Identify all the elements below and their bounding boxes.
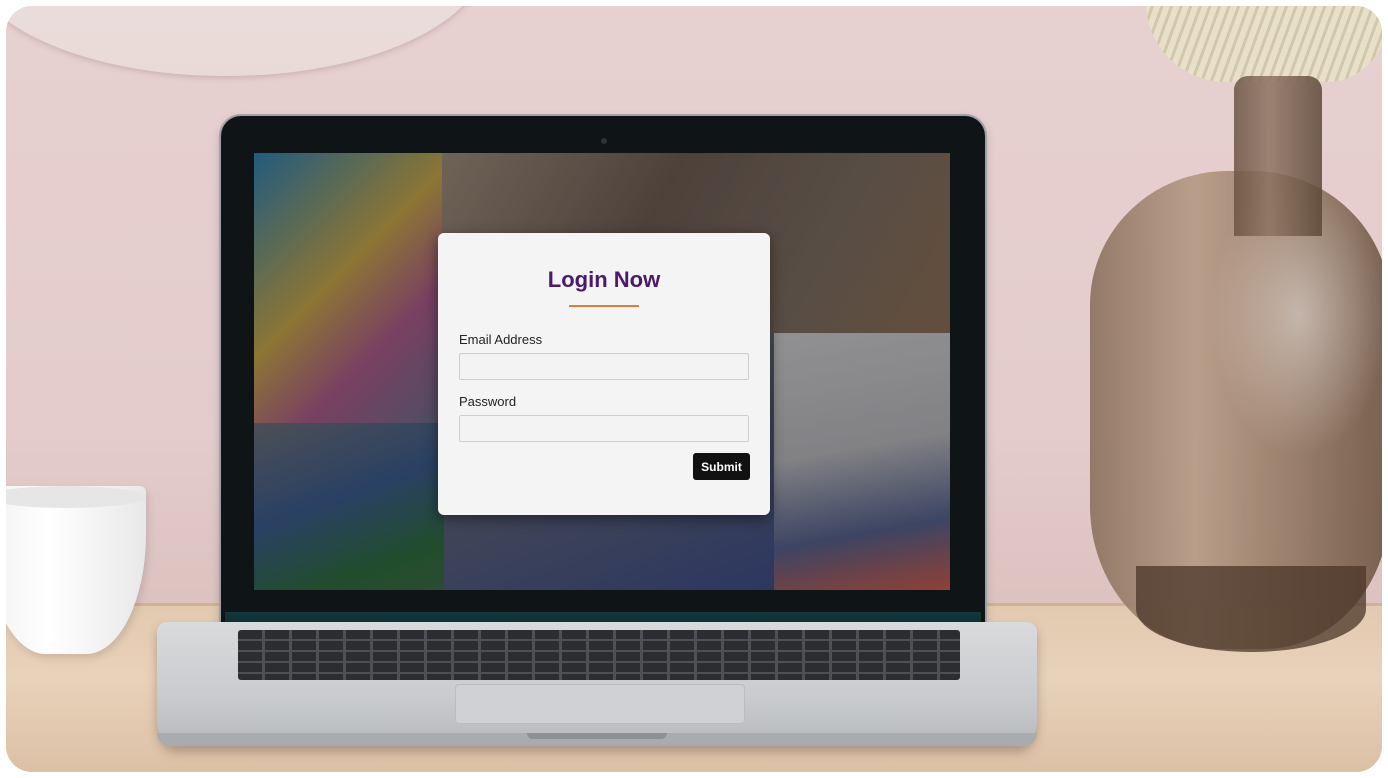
lid-notch [527, 733, 667, 739]
keyboard-rows [238, 630, 960, 680]
laptop-screen: Login Now Email Address Password Submit [254, 153, 950, 590]
wall-mirror [6, 6, 486, 76]
email-input[interactable] [459, 353, 749, 380]
password-label: Password [459, 394, 517, 409]
password-input[interactable] [459, 415, 749, 442]
vase-base [1136, 566, 1366, 652]
login-title: Login Now [547, 267, 661, 292]
dried-fan-leaf [1146, 6, 1382, 82]
title-underline [569, 305, 639, 307]
submit-button[interactable]: Submit [693, 453, 750, 480]
trackpad [455, 684, 745, 724]
webcam [601, 138, 607, 144]
vase-neck [1234, 76, 1322, 236]
login-card: Login Now Email Address Password Submit [438, 233, 770, 515]
email-label: Email Address [459, 332, 543, 347]
